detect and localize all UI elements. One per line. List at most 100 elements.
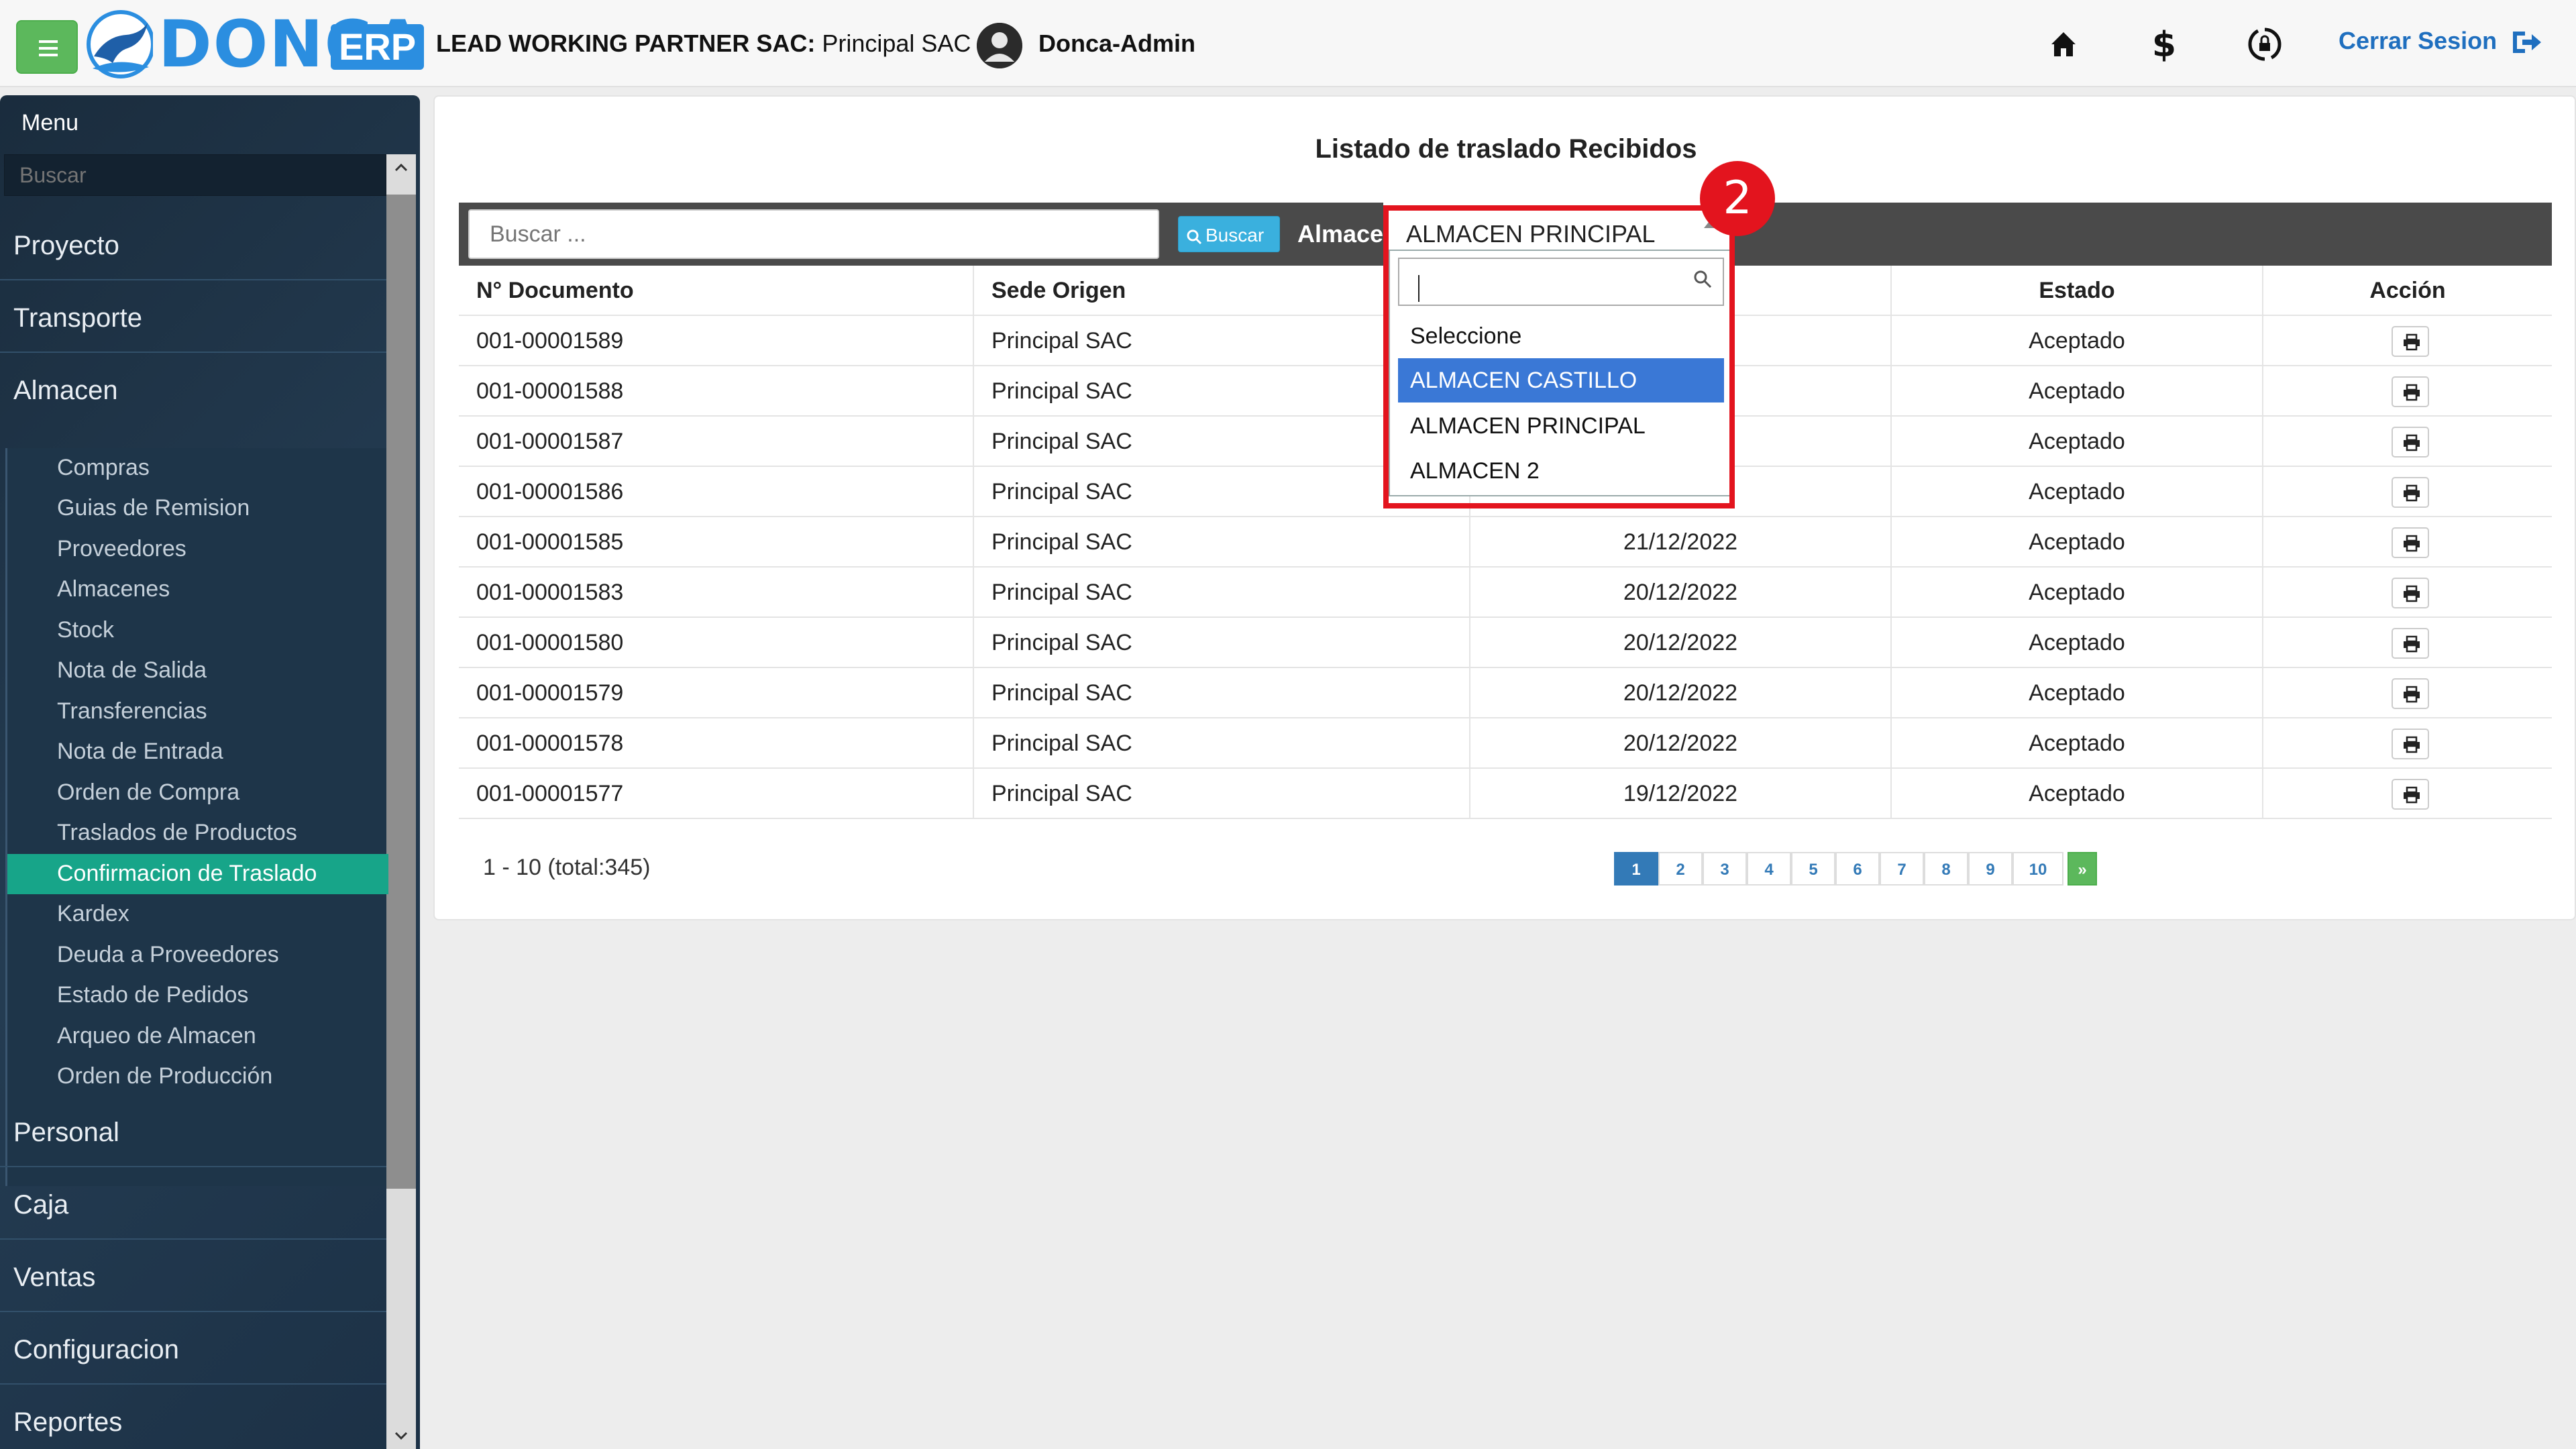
submenu-item-deuda-proveedores[interactable]: Deuda a Proveedores (7, 935, 388, 975)
print-button[interactable] (2392, 628, 2429, 659)
cell-accion (2263, 517, 2552, 568)
page-button[interactable]: 5 (1791, 852, 1835, 885)
menu-icon-bar (39, 47, 58, 50)
print-icon (2404, 535, 2420, 552)
page-button[interactable]: 10 (2012, 852, 2063, 885)
cell-estado: Aceptado (1892, 467, 2263, 517)
print-button[interactable] (2392, 578, 2429, 608)
submenu-item-confirmacion-traslado[interactable]: Confirmacion de Traslado (7, 854, 388, 894)
print-button[interactable] (2392, 527, 2429, 558)
submenu-item-orden-produccion[interactable]: Orden de Producción (7, 1057, 388, 1097)
sidebar-item-reportes[interactable]: Reportes (0, 1385, 386, 1449)
logout-icon (2513, 32, 2542, 54)
print-button[interactable] (2392, 326, 2429, 357)
svg-text:$: $ (2152, 25, 2176, 64)
page-button[interactable]: 3 (1703, 852, 1747, 885)
submenu-item-orden-compra[interactable]: Orden de Compra (7, 773, 388, 813)
submenu-item-compras[interactable]: Compras (7, 448, 388, 488)
page-button[interactable]: 8 (1924, 852, 1968, 885)
sidebar-scrollbar[interactable] (386, 154, 416, 1449)
cell-estado: Aceptado (1892, 568, 2263, 618)
company-name: LEAD WORKING PARTNER SAC: (436, 30, 816, 57)
print-button[interactable] (2392, 729, 2429, 759)
dollar-icon[interactable]: $ (2144, 24, 2184, 65)
submenu-item-nota-entrada[interactable]: Nota de Entrada (7, 732, 388, 772)
print-icon (2404, 484, 2420, 502)
submenu-item-almacenes[interactable]: Almacenes (7, 570, 388, 610)
submenu-item-traslados[interactable]: Traslados de Productos (7, 813, 388, 853)
user-avatar[interactable] (977, 23, 1022, 68)
submenu-item-transferencias[interactable]: Transferencias (7, 692, 388, 732)
sidebar-item-transporte[interactable]: Transporte (0, 280, 386, 353)
home-icon[interactable] (2043, 24, 2084, 64)
cell-accion (2263, 668, 2552, 718)
print-button[interactable] (2392, 427, 2429, 458)
cell-estado: Aceptado (1892, 316, 2263, 366)
sidebar-search-input[interactable] (4, 154, 386, 196)
page-button[interactable]: 2 (1658, 852, 1703, 885)
cell-fecha: 20/12/2022 (1470, 718, 1892, 769)
search-button[interactable]: Buscar (1178, 216, 1280, 252)
submenu-item-stock[interactable]: Stock (7, 610, 388, 651)
cell-documento: 001-00001578 (459, 718, 974, 769)
sidebar-item-proyecto[interactable]: Proyecto (0, 208, 386, 280)
cell-estado: Aceptado (1892, 718, 2263, 769)
print-icon (2404, 585, 2420, 602)
company-info: LEAD WORKING PARTNER SAC: Principal SAC … (436, 30, 984, 58)
page-button[interactable]: 1 (1614, 852, 1658, 885)
chevron-up-icon[interactable] (393, 160, 409, 176)
cell-estado: Aceptado (1892, 618, 2263, 668)
col-header-accion: Acción (2369, 278, 2446, 303)
cell-fecha: 20/12/2022 (1470, 618, 1892, 668)
cell-sede: Principal SAC (974, 618, 1470, 668)
menu-toggle-button[interactable] (16, 20, 78, 74)
sidebar-item-personal[interactable]: Personal (0, 1095, 386, 1167)
cell-accion (2263, 618, 2552, 668)
submenu-item-proveedores[interactable]: Proveedores (7, 529, 388, 570)
sidebar-item-caja[interactable]: Caja (0, 1167, 386, 1240)
sidebar-scroll-thumb[interactable] (386, 195, 416, 1189)
print-button[interactable] (2392, 376, 2429, 407)
cell-documento: 001-00001579 (459, 668, 974, 718)
search-input[interactable] (468, 209, 1159, 259)
cell-sede: Principal SAC (974, 718, 1470, 769)
submenu-item-guias[interactable]: Guias de Remision (7, 488, 388, 529)
sidebar-item-configuracion[interactable]: Configuracion (0, 1312, 386, 1385)
page-button[interactable]: 4 (1747, 852, 1791, 885)
submenu-item-arqueo[interactable]: Arqueo de Almacen (7, 1016, 388, 1057)
submenu-item-estado-pedidos[interactable]: Estado de Pedidos (7, 975, 388, 1016)
branch-name: Principal SAC | (815, 30, 984, 57)
username: Donca-Admin (1038, 30, 1195, 57)
search-icon (1187, 229, 1202, 244)
table-row: 001-00001583 Principal SAC 20/12/2022 Ac… (459, 568, 2552, 618)
print-button[interactable] (2392, 779, 2429, 810)
sidebar-item-almacen[interactable]: Almacen (0, 353, 386, 425)
table-row: 001-00001580 Principal SAC 20/12/2022 Ac… (459, 618, 2552, 668)
cell-documento: 001-00001580 (459, 618, 974, 668)
col-header-documento: N° Documento (459, 266, 974, 316)
menu-icon (39, 40, 58, 43)
cell-documento: 001-00001577 (459, 769, 974, 819)
logout-link[interactable]: Cerrar Sesion (2339, 27, 2542, 56)
submenu-item-kardex[interactable]: Kardex (7, 894, 388, 934)
cell-documento: 001-00001583 (459, 568, 974, 618)
chevron-down-icon[interactable] (393, 1428, 409, 1444)
table-row: 001-00001578 Principal SAC 20/12/2022 Ac… (459, 718, 2552, 769)
sidebar-item-ventas[interactable]: Ventas (0, 1240, 386, 1312)
page-button[interactable]: 6 (1835, 852, 1880, 885)
submenu-item-nota-salida[interactable]: Nota de Salida (7, 651, 388, 691)
cell-accion (2263, 718, 2552, 769)
table-row: 001-00001585 Principal SAC 21/12/2022 Ac… (459, 517, 2552, 568)
print-icon (2404, 384, 2420, 401)
col-header-estado: Estado (1892, 266, 2263, 316)
cell-sede: Principal SAC (974, 769, 1470, 819)
sync-lock-icon[interactable] (2245, 24, 2285, 64)
page-button[interactable]: 9 (1968, 852, 2012, 885)
print-button[interactable] (2392, 678, 2429, 709)
page-button[interactable]: 7 (1880, 852, 1924, 885)
cell-accion (2263, 467, 2552, 517)
cell-accion (2263, 568, 2552, 618)
print-button[interactable] (2392, 477, 2429, 508)
next-page-button[interactable]: » (2068, 852, 2097, 885)
cell-documento: 001-00001589 (459, 316, 974, 366)
